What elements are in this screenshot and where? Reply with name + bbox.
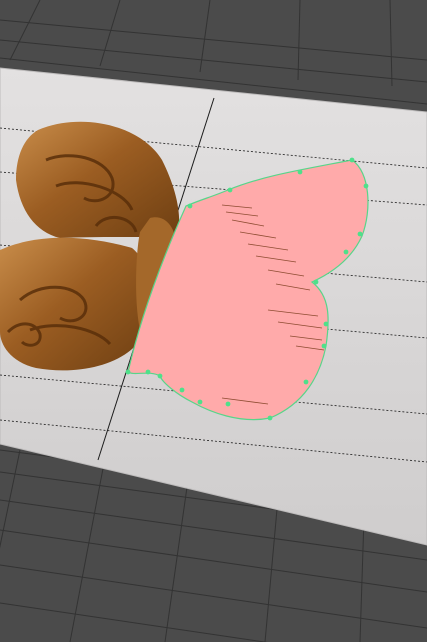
circle-handle-icon[interactable] — [323, 321, 329, 327]
circle-handle-icon[interactable] — [157, 373, 163, 379]
circle-handle-icon[interactable] — [187, 203, 193, 209]
circle-handle-icon[interactable] — [125, 369, 131, 375]
circle-handle-icon[interactable] — [225, 401, 231, 407]
circle-handle-icon[interactable] — [313, 279, 319, 285]
circle-handle-icon[interactable] — [179, 387, 185, 393]
circle-handle-icon[interactable] — [321, 343, 327, 349]
circle-handle-icon[interactable] — [267, 415, 273, 421]
circle-handle-icon[interactable] — [297, 169, 303, 175]
circle-handle-icon[interactable] — [197, 399, 203, 405]
3d-viewport[interactable] — [0, 0, 427, 642]
viewport-canvas[interactable] — [0, 0, 427, 642]
circle-handle-icon[interactable] — [363, 183, 369, 189]
circle-handle-icon[interactable] — [303, 379, 309, 385]
circle-handle-icon[interactable] — [343, 249, 349, 255]
circle-handle-icon[interactable] — [349, 157, 355, 163]
wing-lower-left — [0, 237, 151, 371]
circle-handle-icon[interactable] — [145, 369, 151, 375]
circle-handle-icon[interactable] — [357, 231, 363, 237]
circle-handle-icon[interactable] — [227, 187, 233, 193]
